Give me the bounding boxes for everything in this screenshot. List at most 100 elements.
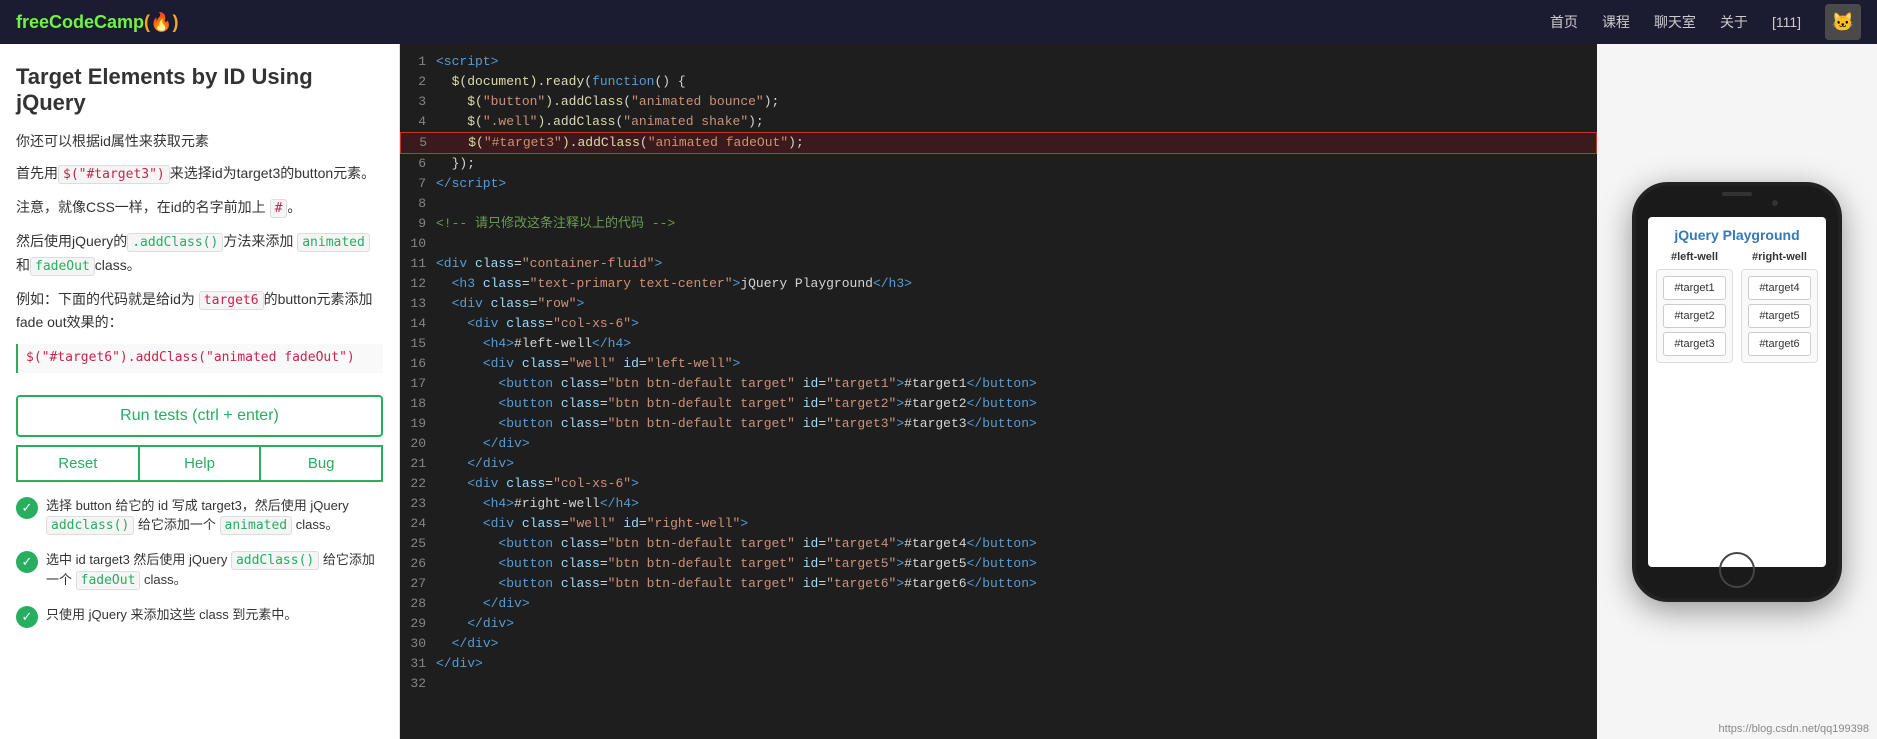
ti1-c2: animated — [220, 516, 293, 535]
code-line: 10 — [400, 234, 1597, 254]
code-line: 12 <h3 class="text-primary text-center">… — [400, 274, 1597, 294]
code-line: 11 <div class="container-fluid"> — [400, 254, 1597, 274]
code-line: 32 — [400, 674, 1597, 694]
code-line: 8 — [400, 194, 1597, 214]
code-inline-6: target6 — [199, 291, 264, 310]
ti1-c1: addclass() — [46, 516, 134, 535]
phone-speaker — [1722, 192, 1752, 196]
preview-btn-target2[interactable]: #target2 — [1663, 304, 1726, 328]
preview-content: jQuery Playground #left-well #target1 #t… — [1648, 217, 1826, 567]
phone-home-button — [1719, 552, 1755, 588]
code-line: 13 <div class="row"> — [400, 294, 1597, 314]
preview-title: jQuery Playground — [1656, 227, 1818, 243]
code-line: 31 </div> — [400, 654, 1597, 674]
logo: freeCodeCamp(🔥) — [16, 12, 178, 33]
code-inline-5: fadeOut — [30, 257, 95, 276]
code-line: 1 <script> — [400, 52, 1597, 72]
check-icon-2: ✓ — [16, 551, 38, 573]
code-line: 28 </div> — [400, 594, 1597, 614]
test-text-1: 选择 button 给它的 id 写成 target3，然后使用 jQuery … — [46, 496, 383, 536]
test-text-3: 只使用 jQuery 来添加这些 class 到元素中。 — [46, 605, 297, 625]
code-line: 17 <button class="btn btn-default target… — [400, 374, 1597, 394]
test-results: ✓ 选择 button 给它的 id 写成 target3，然后使用 jQuer… — [16, 496, 383, 628]
code-inline-3: .addClass() — [127, 233, 223, 252]
phone-camera — [1772, 200, 1778, 206]
nav-courses[interactable]: 课程 — [1602, 12, 1630, 32]
code-example: $("#target6").addClass("animated fadeOut… — [16, 344, 383, 373]
bottom-buttons: Reset Help Bug — [16, 445, 383, 482]
code-line: 14 <div class="col-xs-6"> — [400, 314, 1597, 334]
lesson-desc: 你还可以根据id属性来获取元素 首先用$("#target3")来选择id为ta… — [16, 130, 383, 373]
code-inline-2: # — [270, 199, 288, 218]
code-line: 4 $(".well").addClass("animated shake"); — [400, 112, 1597, 132]
ti2-c2: fadeOut — [76, 571, 141, 590]
preview-btn-target4[interactable]: #target4 — [1748, 276, 1811, 300]
avatar[interactable]: 🐱 — [1825, 4, 1861, 40]
code-line: 27 <button class="btn btn-default target… — [400, 574, 1597, 594]
header: freeCodeCamp(🔥) 首页 课程 聊天室 关于 [111] 🐱 — [0, 0, 1877, 44]
code-line: 24 <div class="well" id="right-well"> — [400, 514, 1597, 534]
reset-button[interactable]: Reset — [16, 445, 138, 482]
watermark: https://blog.csdn.net/qq199398 — [1719, 723, 1869, 735]
run-tests-button[interactable]: Run tests (ctrl + enter) — [16, 395, 383, 437]
preview-btn-target1[interactable]: #target1 — [1663, 276, 1726, 300]
code-line: 18 <button class="btn btn-default target… — [400, 394, 1597, 414]
test-item-1: ✓ 选择 button 给它的 id 写成 target3，然后使用 jQuer… — [16, 496, 383, 536]
desc-p4: 然后使用jQuery的.addClass()方法来添加 animated和fad… — [16, 230, 383, 278]
preview-wells: #left-well #target1 #target2 #target3 #r… — [1656, 251, 1818, 363]
code-line: 21 </div> — [400, 454, 1597, 474]
help-button[interactable]: Help — [138, 445, 260, 482]
code-inline-4: animated — [297, 233, 370, 252]
main: Target Elements by ID Using jQuery 你还可以根… — [0, 44, 1877, 739]
code-line: 6 }); — [400, 154, 1597, 174]
code-editor[interactable]: 1 <script> 2 $(document).ready(function(… — [400, 44, 1597, 739]
lesson-title: Target Elements by ID Using jQuery — [16, 64, 383, 116]
code-line: 16 <div class="well" id="left-well"> — [400, 354, 1597, 374]
code-line: 7 </script> — [400, 174, 1597, 194]
code-line: 20 </div> — [400, 434, 1597, 454]
nav: 首页 课程 聊天室 关于 [111] 🐱 — [1550, 4, 1861, 40]
test-text-2: 选中 id target3 然后使用 jQuery addClass() 给它添… — [46, 550, 383, 591]
phone-frame: jQuery Playground #left-well #target1 #t… — [1632, 182, 1842, 602]
code-line-highlighted: 5 $("#target3").addClass("animated fadeO… — [400, 132, 1597, 154]
bug-button[interactable]: Bug — [259, 445, 383, 482]
logo-flame: (🔥) — [144, 12, 178, 32]
preview-btn-target6[interactable]: #target6 — [1748, 332, 1811, 356]
left-panel: Target Elements by ID Using jQuery 你还可以根… — [0, 44, 400, 739]
preview-btn-target3[interactable]: #target3 — [1663, 332, 1726, 356]
code-line: 19 <button class="btn btn-default target… — [400, 414, 1597, 434]
desc-p1: 你还可以根据id属性来获取元素 — [16, 130, 383, 152]
right-well-preview: #right-well #target4 #target5 #target6 — [1741, 251, 1818, 363]
code-line: 26 <button class="btn btn-default target… — [400, 554, 1597, 574]
code-line: 29 </div> — [400, 614, 1597, 634]
desc-p5: 例如：下面的代码就是给id为 target6的button元素添加fade ou… — [16, 288, 383, 334]
code-line: 2 $(document).ready(function() { — [400, 72, 1597, 92]
left-well-label: #left-well — [1656, 251, 1733, 263]
nav-badge: [111] — [1772, 14, 1801, 30]
code-line: 9 <!-- 请只修改这条注释以上的代码 --> — [400, 214, 1597, 234]
check-icon-3: ✓ — [16, 606, 38, 628]
code-line: 22 <div class="col-xs-6"> — [400, 474, 1597, 494]
left-well-box: #target1 #target2 #target3 — [1656, 269, 1733, 363]
preview-btn-target5[interactable]: #target5 — [1748, 304, 1811, 328]
code-line: 30 </div> — [400, 634, 1597, 654]
test-item-2: ✓ 选中 id target3 然后使用 jQuery addClass() 给… — [16, 550, 383, 591]
desc-p3: 注意，就像CSS一样，在id的名字前加上 #。 — [16, 196, 383, 220]
code-line: 3 $("button").addClass("animated bounce"… — [400, 92, 1597, 112]
left-well-preview: #left-well #target1 #target2 #target3 — [1656, 251, 1733, 363]
right-panel: jQuery Playground #left-well #target1 #t… — [1597, 44, 1877, 739]
code-line: 23 <h4>#right-well</h4> — [400, 494, 1597, 514]
check-icon-1: ✓ — [16, 497, 38, 519]
ti2-c1: addClass() — [231, 551, 319, 570]
code-inline-1: $("#target3") — [58, 165, 170, 184]
logo-free: freeCodeCamp — [16, 12, 144, 32]
right-well-box: #target4 #target5 #target6 — [1741, 269, 1818, 363]
right-well-label: #right-well — [1741, 251, 1818, 263]
phone-screen: jQuery Playground #left-well #target1 #t… — [1648, 217, 1826, 567]
nav-about[interactable]: 关于 — [1720, 12, 1748, 32]
desc-p2: 首先用$("#target3")来选择id为target3的button元素。 — [16, 162, 383, 186]
nav-home[interactable]: 首页 — [1550, 12, 1578, 32]
test-item-3: ✓ 只使用 jQuery 来添加这些 class 到元素中。 — [16, 605, 383, 628]
code-area: 1 <script> 2 $(document).ready(function(… — [400, 44, 1597, 739]
nav-chat[interactable]: 聊天室 — [1654, 12, 1696, 32]
